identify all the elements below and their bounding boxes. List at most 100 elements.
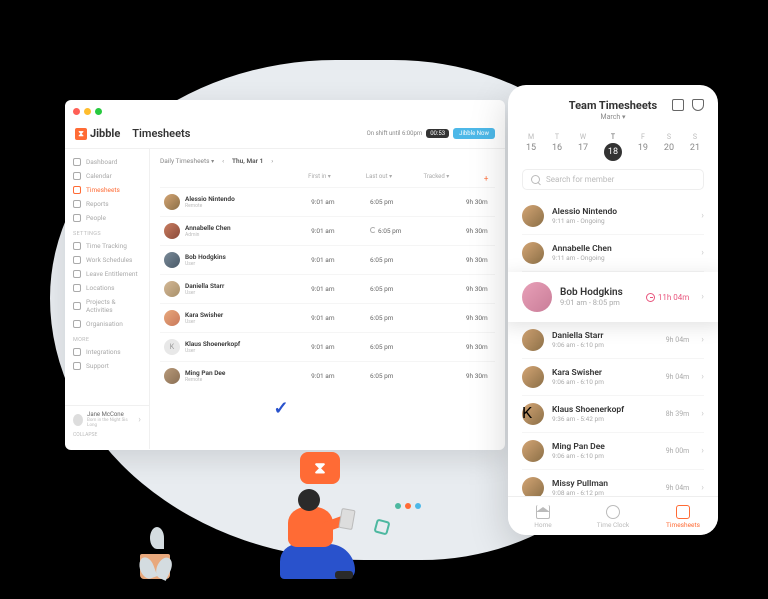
stopwatch-icon (606, 505, 620, 519)
checkmark-icon: ✓ (270, 397, 292, 419)
people-icon (73, 214, 81, 222)
day-cell[interactable]: F19 (638, 133, 648, 161)
member-row[interactable]: Ming Pan Dee9:06 am - 6:10 pm 9h 00m› (522, 433, 704, 470)
page-title: Timesheets (132, 127, 190, 140)
brand-logo[interactable]: ⧗ Jibble (75, 127, 120, 140)
avatar (164, 310, 180, 326)
timesheet-row[interactable]: Kara SwisherUser 9:01 am6:05 pm9h 30m (160, 303, 495, 332)
member-row[interactable]: Alessio Nintendo9:11 am - Ongoing › (522, 198, 704, 235)
elapsed-badge: 00:53 (426, 129, 449, 138)
avatar (522, 366, 544, 388)
nav-organisation[interactable]: Organisation (65, 317, 149, 331)
nav-calendar[interactable]: Calendar (65, 169, 149, 183)
integrations-icon (73, 348, 81, 356)
nav-locations[interactable]: Locations (65, 281, 149, 295)
clock-icon (73, 242, 81, 250)
clock-icon (646, 293, 655, 302)
col-first-in[interactable]: First in ▾ (308, 173, 366, 183)
tab-timesheets[interactable]: Timesheets (648, 497, 718, 535)
avatar (522, 242, 544, 264)
col-last-out[interactable]: Last out ▾ (366, 173, 424, 183)
chevron-down-icon: ▾ (211, 158, 214, 165)
timesheet-row[interactable]: Daniella StarrUser 9:01 am6:05 pm9h 30m (160, 274, 495, 303)
view-selector[interactable]: Daily Timesheets ▾ (160, 157, 214, 165)
illustration: ✓ ⧗ (230, 409, 450, 579)
avatar (164, 368, 180, 384)
date-picker[interactable]: Thu, Mar 1 (232, 157, 263, 165)
timesheet-row[interactable]: Bob HodgkinsUser 9:01 am6:05 pm9h 30m (160, 245, 495, 274)
nav-leave[interactable]: Leave Entitlement (65, 267, 149, 281)
projects-icon (73, 302, 81, 310)
timesheets-icon (73, 186, 81, 194)
user-name: Jane McCone (87, 411, 130, 418)
prev-day[interactable]: ‹ (222, 157, 224, 165)
search-input[interactable]: Search for member (522, 169, 704, 190)
member-row[interactable]: Annabelle Chen9:11 am - Ongoing › (522, 235, 704, 272)
next-day[interactable]: › (271, 157, 273, 165)
nav-integrations[interactable]: Integrations (65, 345, 149, 359)
avatar (522, 282, 552, 312)
nav-time-tracking[interactable]: Time Tracking (65, 239, 149, 253)
avatar (522, 440, 544, 462)
reports-icon (73, 200, 81, 208)
jibble-now-button[interactable]: Jibble Now (453, 128, 495, 139)
avatar: K (164, 339, 180, 355)
org-icon (73, 320, 81, 328)
add-button[interactable]: + (481, 173, 491, 183)
avatar (164, 252, 180, 268)
chevron-right-icon: › (701, 409, 704, 419)
day-cell[interactable]: W17 (578, 133, 588, 161)
location-icon (73, 284, 81, 292)
member-row[interactable]: Daniella Starr9:06 am - 6:10 pm 9h 04m› (522, 322, 704, 359)
nav-support[interactable]: Support (65, 359, 149, 373)
day-cell[interactable]: T16 (552, 133, 562, 161)
avatar (164, 223, 180, 239)
shift-status-text: On shift until 6:00pm (367, 130, 423, 137)
settings-heading: SETTINGS (65, 225, 149, 239)
chevron-right-icon: › (701, 292, 704, 302)
avatar: K (522, 403, 544, 425)
current-user[interactable]: Jane McCone Born in the Night Sis Long › (73, 411, 141, 428)
week-strip: M15 T16 W17 T18 F19 S20 S21 (508, 129, 718, 169)
member-row[interactable]: Kara Swisher9:06 am - 6:10 pm 9h 04m› (522, 359, 704, 396)
member-row[interactable]: K Klaus Shoenerkopf9:36 am - 5:42 pm 8h … (522, 396, 704, 433)
chevron-right-icon: › (138, 415, 141, 425)
nav-projects[interactable]: Projects & Activities (65, 295, 149, 317)
tab-home[interactable]: Home (508, 497, 578, 535)
member-row[interactable]: Bob Hodgkins9:01 am - 8:05 pm 11h 04m› (508, 272, 718, 322)
chevron-right-icon: › (701, 211, 704, 221)
tab-time-clock[interactable]: Time Clock (578, 497, 648, 535)
chevron-right-icon: › (701, 335, 704, 345)
leave-icon (73, 270, 81, 278)
shield-icon[interactable] (692, 99, 704, 111)
timesheet-row[interactable]: Ming Pan DeeRemote 9:01 am6:05 pm9h 30m (160, 361, 495, 390)
timesheet-row[interactable]: Alessio NintendoRemote 9:01 am6:05 pm9h … (160, 187, 495, 216)
support-icon (73, 362, 81, 370)
timesheets-icon (676, 505, 690, 519)
nav-timesheets[interactable]: Timesheets (65, 183, 149, 197)
timesheet-row[interactable]: KKlaus ShoenerkopfUser 9:01 am6:05 pm9h … (160, 332, 495, 361)
dashboard-icon (73, 158, 81, 166)
timesheet-row[interactable]: Annabelle ChenAdmin 9:01 am6:05 pm9h 30m (160, 216, 495, 245)
collapse-sidebar[interactable]: COLLAPSE (73, 432, 141, 438)
month-selector[interactable]: March ▾ (522, 113, 704, 121)
day-cell[interactable]: M15 (526, 133, 536, 161)
window-controls[interactable] (65, 100, 505, 123)
nav-work-schedules[interactable]: Work Schedules (65, 253, 149, 267)
nav-reports[interactable]: Reports (65, 197, 149, 211)
search-icon (531, 175, 540, 184)
more-heading: MORE (65, 331, 149, 345)
chevron-right-icon: › (701, 372, 704, 382)
day-cell[interactable]: S21 (690, 133, 700, 161)
nav-dashboard[interactable]: Dashboard (65, 155, 149, 169)
logo-mark-icon: ⧗ (75, 128, 87, 140)
speech-bubble: ⧗ (300, 452, 340, 484)
calendar-icon (73, 172, 81, 180)
avatar (522, 205, 544, 227)
nav-people[interactable]: People (65, 211, 149, 225)
day-cell[interactable]: T18 (604, 133, 622, 161)
day-cell[interactable]: S20 (664, 133, 674, 161)
calendar-icon[interactable] (672, 99, 684, 111)
brand-name: Jibble (90, 127, 120, 140)
col-tracked[interactable]: Tracked ▾ (424, 173, 482, 183)
